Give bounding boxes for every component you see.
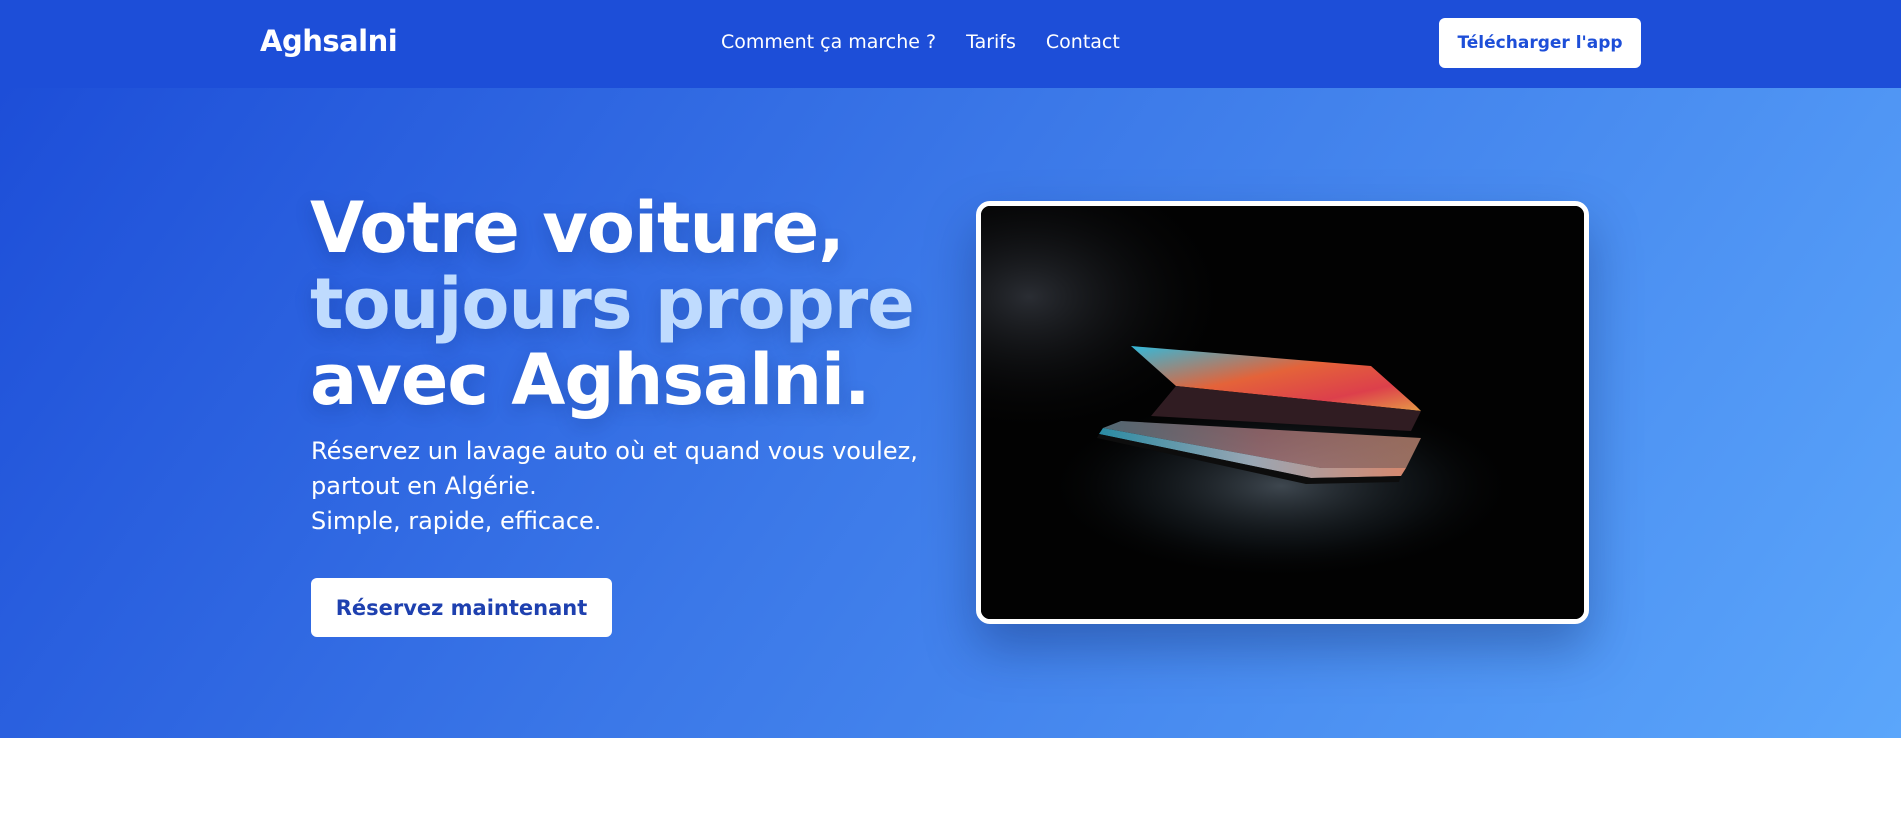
hero-image	[976, 201, 1589, 624]
nav-links: Comment ça marche ? Tarifs Contact	[721, 31, 1120, 53]
hero-title-line-3: avec Aghsalni.	[310, 339, 871, 421]
hero-title-accent: toujours propre	[310, 263, 915, 345]
navbar: Aghsalni Comment ça marche ? Tarifs Cont…	[0, 0, 1901, 88]
hero-subtitle-line-2: partout en Algérie.	[311, 472, 537, 500]
download-app-button[interactable]: Télécharger l'app	[1439, 18, 1641, 68]
hero-title-line-1: Votre voiture,	[310, 187, 845, 269]
nav-link-contact[interactable]: Contact	[1046, 31, 1120, 53]
reserve-now-button[interactable]: Réservez maintenant	[311, 578, 612, 637]
hero-subtitle-line-1: Réservez un lavage auto où et quand vous…	[311, 437, 918, 465]
hero-subtitle: Réservez un lavage auto où et quand vous…	[311, 434, 918, 539]
logo[interactable]: Aghsalni	[260, 24, 398, 58]
laptop-photo-icon	[981, 206, 1584, 619]
nav-link-how-it-works[interactable]: Comment ça marche ?	[721, 31, 936, 53]
hero-title: Votre voiture, toujours propre avec Aghs…	[310, 187, 915, 421]
nav-link-pricing[interactable]: Tarifs	[966, 31, 1016, 53]
below-hero-section	[0, 738, 1901, 822]
hero-subtitle-line-3: Simple, rapide, efficace.	[311, 507, 602, 535]
hero-section: Votre voiture, toujours propre avec Aghs…	[0, 88, 1901, 738]
